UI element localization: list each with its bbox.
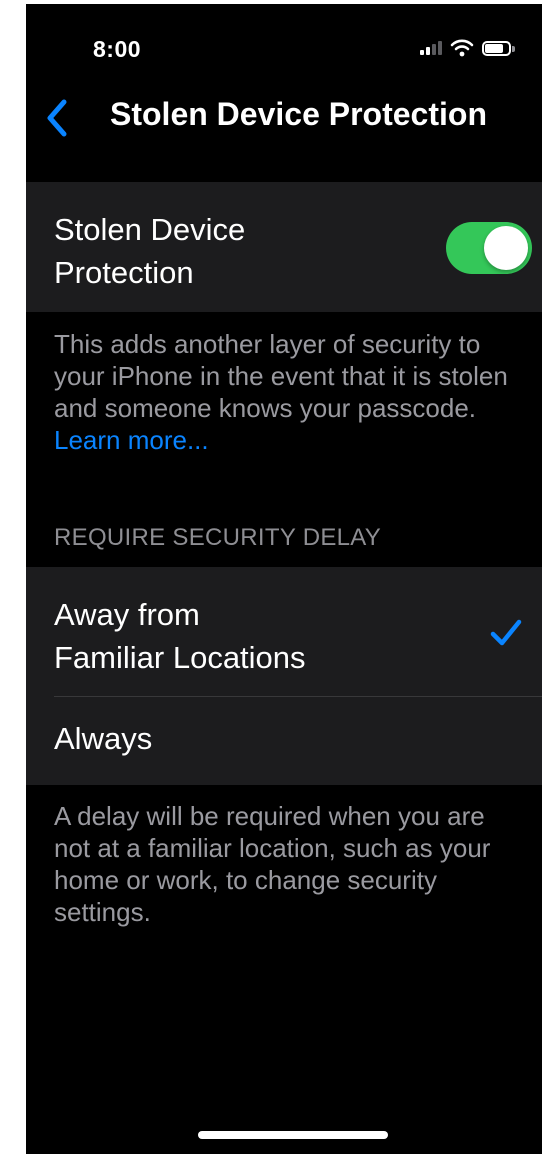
delay-footer-text: A delay will be required when you are no… — [54, 801, 491, 927]
learn-more-link[interactable]: Learn more... — [54, 425, 209, 455]
stolen-device-protection-toggle[interactable] — [446, 222, 532, 274]
settings-screen: 8:00 Stolen Device Protection Stolen Dev… — [26, 4, 542, 1154]
option-always[interactable]: Always — [26, 697, 542, 785]
status-bar: 8:00 — [26, 4, 542, 86]
page-title: Stolen Device Protection — [110, 96, 487, 132]
checkmark-icon — [490, 619, 522, 646]
section-header-security-delay: REQUIRE SECURITY DELAY — [54, 524, 382, 551]
toggle-label-line2: Protection — [54, 255, 194, 290]
toggle-knob — [484, 226, 528, 270]
toggle-footer-text: This adds another layer of security to y… — [54, 328, 524, 456]
option-away-from-familiar-locations[interactable]: Away from Familiar Locations — [26, 567, 542, 697]
toggle-footer-description: This adds another layer of security to y… — [54, 329, 508, 423]
status-time: 8:00 — [93, 36, 142, 62]
option-label: Always — [54, 721, 153, 756]
option-label-line1: Away from — [54, 597, 200, 632]
toggle-label-line1: Stolen Device — [54, 212, 246, 247]
option-label: Away from Familiar Locations — [54, 593, 394, 679]
wifi-icon — [450, 39, 474, 57]
cellular-signal-icon — [420, 39, 442, 57]
chevron-left-icon[interactable] — [38, 94, 78, 142]
security-delay-group: Away from Familiar Locations Always — [26, 567, 542, 785]
home-indicator[interactable] — [198, 1131, 388, 1139]
toggle-label: Stolen Device Protection — [54, 208, 354, 294]
status-icons — [420, 38, 516, 58]
option-label-line2: Familiar Locations — [54, 640, 306, 675]
battery-icon — [482, 39, 516, 57]
